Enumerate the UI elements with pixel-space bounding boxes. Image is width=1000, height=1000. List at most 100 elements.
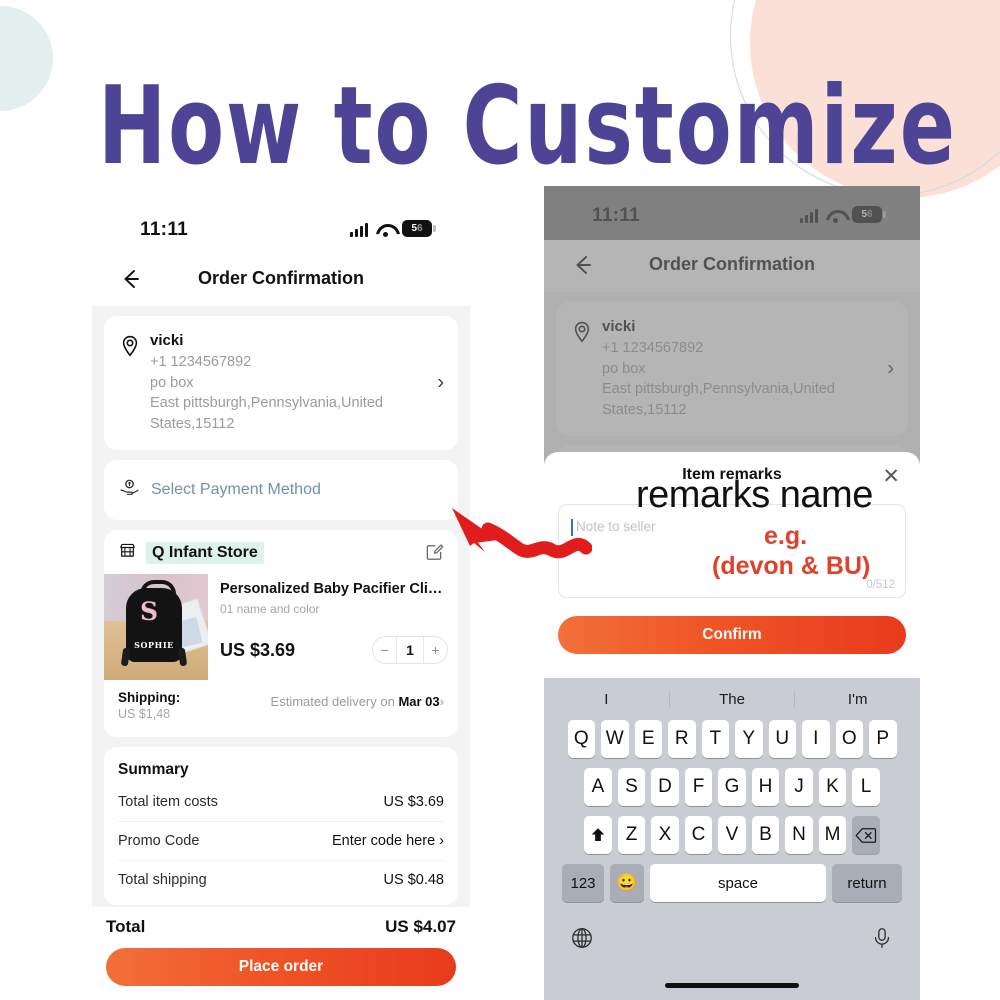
keyboard-row-2: A S D F G H J K L (544, 768, 920, 806)
item-remarks-modal: Item remarks ✕ Note to seller 0/512 Conf… (544, 452, 920, 703)
key-t[interactable]: T (701, 720, 729, 758)
keyboard-row-3: Z X C V B N M (544, 816, 920, 854)
phone-screen-left: 11:11 56 Order Confirmation vicki +1 123… (92, 200, 470, 1000)
battery-fraction: 6 (417, 223, 423, 234)
status-bar-time: 11:11 (140, 219, 188, 240)
page-title: How to Customize (98, 63, 957, 189)
payment-method-card[interactable]: Select Payment Method (104, 460, 458, 521)
annotation-remarks-name: remarks name (636, 474, 873, 516)
key-j[interactable]: J (785, 768, 813, 806)
keyboard-row-1: Q W E R T Y U I O P (544, 720, 920, 758)
return-key[interactable]: return (832, 864, 902, 902)
key-e[interactable]: E (634, 720, 662, 758)
battery-icon: 56 (402, 220, 436, 237)
keyboard-row-4: 123 😀 space return (544, 864, 920, 902)
summary-card: Summary Total item costs US $3.69 Promo … (104, 747, 458, 906)
backspace-icon[interactable] (852, 816, 880, 854)
decorative-mint-circle (0, 6, 53, 111)
address-phone: +1 1234567892 (602, 340, 704, 356)
microphone-icon[interactable] (870, 926, 894, 955)
address-line3: States,15112 (602, 401, 687, 418)
note-to-seller-input[interactable]: Note to seller 0/512 (558, 504, 906, 598)
key-i[interactable]: I (802, 720, 830, 758)
key-y[interactable]: Y (735, 720, 763, 758)
key-p[interactable]: P (869, 720, 897, 758)
key-l[interactable]: L (852, 768, 880, 806)
chevron-right-icon: › (439, 694, 444, 710)
shift-icon[interactable] (584, 816, 612, 854)
nav-bar: Order Confirmation (92, 254, 470, 306)
order-item-row[interactable]: S SOPHIE Personalized Baby Pacifier Clip… (104, 574, 458, 681)
nav-title: Order Confirmation (197, 268, 364, 288)
quantity-increase-button[interactable]: + (424, 637, 447, 663)
product-monogram: S (140, 597, 159, 627)
place-order-button[interactable]: Place order (106, 948, 456, 986)
key-a[interactable]: A (584, 768, 612, 806)
quantity-stepper[interactable]: − 1 + (372, 636, 448, 665)
total-value: US $4.07 (385, 917, 456, 936)
promo-code-entry[interactable]: Enter code here › (332, 833, 444, 849)
order-scroll-area: vicki +1 1234567892 po box East pittsbur… (92, 306, 470, 950)
key-v[interactable]: V (718, 816, 746, 854)
emoji-icon[interactable]: 😀 (610, 864, 644, 902)
store-name[interactable]: Q Infant Store (146, 542, 264, 565)
key-s[interactable]: S (617, 768, 646, 806)
address-card[interactable]: vicki +1 1234567892 po box East pittsbur… (104, 316, 458, 451)
wifi-icon (376, 223, 394, 237)
prediction-2[interactable]: The (668, 690, 795, 708)
address-name: vicki (602, 318, 636, 335)
key-k[interactable]: K (818, 768, 847, 806)
close-icon[interactable]: ✕ (882, 464, 900, 489)
status-bar: 11:11 56 (92, 200, 470, 254)
home-indicator (665, 983, 799, 988)
status-bar-time: 11:11 (592, 205, 640, 226)
summary-label: Total item costs (118, 794, 218, 811)
address-line2: East pittsburgh,Pennsylvania,United (602, 381, 835, 398)
shipping-label: Shipping: (118, 690, 181, 706)
summary-label: Promo Code (118, 833, 200, 850)
summary-label: Total shipping (118, 872, 207, 889)
phone-screen-right: 11:11 56 Order Confirmation vicki +1 123… (544, 186, 920, 1000)
space-key[interactable]: space (650, 864, 826, 902)
key-f[interactable]: F (684, 768, 713, 806)
key-c[interactable]: C (684, 816, 713, 854)
key-m[interactable]: M (818, 816, 847, 854)
key-d[interactable]: D (651, 768, 679, 806)
key-g[interactable]: G (718, 768, 746, 806)
nav-bar: Order Confirmation (544, 240, 920, 292)
key-u[interactable]: U (768, 720, 796, 758)
chevron-right-icon: › (887, 357, 894, 380)
cellular-bars-icon (800, 208, 818, 223)
prediction-bar: I The I'm (544, 678, 920, 720)
quantity-decrease-button[interactable]: − (373, 637, 396, 663)
product-title: Personalized Baby Pacifier Clip Custo… (220, 581, 448, 598)
checkout-bar: Total US $4.07 Place order (92, 907, 470, 1000)
numeric-key[interactable]: 123 (562, 864, 604, 902)
status-bar-icons: 56 (800, 203, 886, 223)
summary-row-promo-code[interactable]: Promo Code Enter code here › (118, 822, 444, 862)
key-x[interactable]: X (651, 816, 679, 854)
delivery-date: Mar 03 (398, 694, 440, 710)
key-z[interactable]: Z (617, 816, 646, 854)
key-q[interactable]: Q (567, 720, 595, 758)
key-w[interactable]: W (601, 720, 629, 758)
globe-icon[interactable] (570, 926, 594, 955)
annotation-example-text: (devon & BU) (712, 552, 871, 580)
key-o[interactable]: O (835, 720, 863, 758)
key-h[interactable]: H (751, 768, 780, 806)
confirm-button[interactable]: Confirm (558, 616, 906, 654)
shipping-row[interactable]: Shipping: US $1,48 Estimated delivery on… (104, 680, 458, 737)
battery-fraction: 6 (867, 209, 873, 220)
note-placeholder: Note to seller (576, 519, 656, 534)
edit-note-icon[interactable] (424, 542, 444, 567)
key-r[interactable]: R (668, 720, 696, 758)
key-b[interactable]: B (751, 816, 780, 854)
total-label: Total (106, 917, 146, 936)
summary-title: Summary (118, 761, 189, 779)
product-variant: 01 name and color (220, 602, 320, 617)
key-n[interactable]: N (785, 816, 813, 854)
location-pin-icon (118, 334, 142, 434)
prediction-3[interactable]: I'm (794, 690, 920, 708)
prediction-1[interactable]: I (544, 691, 669, 708)
estimated-delivery: Estimated delivery on Mar 03› (271, 694, 444, 709)
